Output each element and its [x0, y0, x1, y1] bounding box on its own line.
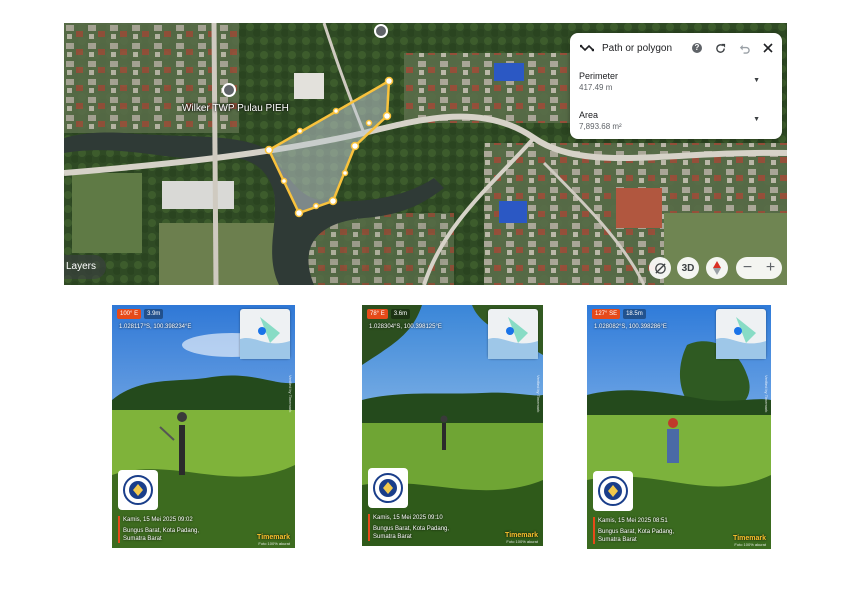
- close-icon: [763, 43, 773, 53]
- help-icon: ?: [692, 43, 702, 53]
- satellite-map[interactable]: Wilker TWP Pulau PIEH Layers 3D − + Path…: [64, 23, 787, 285]
- date-time-text: Kamis, 15 Mei 2025 09:10: [373, 515, 443, 521]
- undo-button[interactable]: [737, 41, 751, 55]
- government-logo: [368, 468, 408, 508]
- brand-subtitle: Foto 100% akurat: [258, 541, 290, 546]
- photo-header: 78° E 3.6m: [367, 309, 411, 319]
- panel-header: Path or polygon ?: [570, 33, 782, 63]
- government-logo: [118, 470, 158, 510]
- brand-subtitle: Foto 100% akurat: [506, 539, 538, 544]
- emblem-icon: [373, 473, 403, 503]
- address-line-2: Sumatra Barat: [123, 536, 162, 542]
- area-value: 7,893.68 m²: [579, 122, 622, 131]
- date-time-text: Kamis, 15 Mei 2025 08:51: [598, 518, 668, 524]
- address-line-2: Sumatra Barat: [598, 537, 637, 543]
- timemark-brand: Timemark: [733, 535, 766, 542]
- area-label: Area: [579, 110, 599, 120]
- address-line-2: Sumatra Barat: [373, 534, 412, 540]
- mini-map: [716, 309, 766, 359]
- photo-header: 127° SE 18.5m: [592, 309, 646, 319]
- refresh-icon: [715, 43, 725, 53]
- photo-header: 100° E 3.9m: [117, 309, 164, 319]
- emblem-icon: [598, 476, 628, 506]
- view-3d-button[interactable]: 3D: [677, 257, 699, 279]
- location-map-icon: [488, 317, 538, 359]
- verification-text: Verified by Timemark: [536, 375, 541, 413]
- undo-icon: [739, 44, 750, 54]
- timestamp-block: Kamis, 15 Mei 2025 09:02 Bungus Barat, K…: [118, 516, 199, 543]
- measure-panel: Path or polygon ? Perimeter 417.49 m ▼ A…: [570, 33, 782, 139]
- chevron-down-icon[interactable]: ▼: [753, 77, 760, 84]
- refresh-button[interactable]: [713, 41, 727, 55]
- help-button[interactable]: ?: [690, 41, 704, 55]
- brand-subtitle: Foto 100% akurat: [734, 542, 766, 547]
- plus-icon[interactable]: +: [766, 257, 775, 279]
- altitude-badge: 3.9m: [144, 309, 164, 319]
- timemark-brand: Timemark: [505, 532, 538, 539]
- emblem-icon: [123, 475, 153, 505]
- field-photo-3: 127° SE 18.5m 1.028082°S, 100.398286°E K…: [587, 305, 771, 549]
- satellite-toggle-button[interactable]: [649, 257, 671, 279]
- perimeter-value: 417.49 m: [579, 83, 613, 92]
- mini-map: [488, 309, 538, 359]
- mini-map: [240, 309, 290, 359]
- compass-badge: 100° E: [117, 309, 142, 319]
- verification-text: Verified by Timemark: [764, 375, 769, 413]
- altitude-badge: 18.5m: [623, 309, 646, 319]
- timemark-brand: Timemark: [257, 534, 290, 541]
- compass-button[interactable]: [706, 257, 728, 279]
- government-logo: [593, 471, 633, 511]
- perimeter-metric[interactable]: Perimeter 417.49 m: [579, 71, 618, 92]
- address-line-1: Bungus Barat, Kota Padang,: [123, 528, 200, 534]
- compass-badge: 78° E: [367, 309, 388, 319]
- panel-title: Path or polygon: [602, 43, 673, 54]
- coordinates-text: 1.028082°S, 100.398286°E: [594, 324, 667, 330]
- coordinates-text: 1.028304°S, 100.398125°E: [369, 324, 442, 330]
- compass-icon: [713, 261, 721, 275]
- path-polygon-icon: [580, 44, 594, 52]
- map-pin-icon[interactable]: [222, 83, 236, 97]
- field-photo-1: 100° E 3.9m 1.028117°S, 100.398234°E Kam…: [112, 305, 295, 548]
- coordinates-text: 1.028117°S, 100.398234°E: [119, 324, 192, 330]
- close-button[interactable]: [761, 41, 775, 55]
- poi-label[interactable]: Wilker TWP Pulau PIEH: [182, 103, 289, 114]
- date-time-text: Kamis, 15 Mei 2025 09:02: [123, 517, 193, 523]
- compass-badge: 127° SE: [592, 309, 621, 319]
- map-pin-icon[interactable]: [374, 24, 388, 38]
- address-line-1: Bungus Barat, Kota Padang,: [373, 526, 450, 532]
- zoom-controls: − +: [736, 257, 782, 279]
- verification-text: Verified by Timemark: [288, 375, 293, 413]
- chevron-down-icon[interactable]: ▼: [753, 116, 760, 123]
- perimeter-label: Perimeter: [579, 71, 619, 81]
- layers-button[interactable]: Layers: [64, 255, 107, 279]
- location-map-icon: [240, 317, 290, 359]
- altitude-badge: 3.6m: [390, 309, 411, 319]
- timestamp-block: Kamis, 15 Mei 2025 08:51 Bungus Barat, K…: [593, 517, 674, 544]
- area-metric[interactable]: Area 7,893.68 m²: [579, 110, 622, 131]
- minus-icon[interactable]: −: [743, 257, 752, 279]
- timestamp-block: Kamis, 15 Mei 2025 09:10 Bungus Barat, K…: [368, 514, 449, 541]
- field-photo-2: 78° E 3.6m 1.028304°S, 100.398125°E Kami…: [362, 305, 543, 546]
- satellite-off-icon: [654, 262, 666, 274]
- location-map-icon: [716, 317, 766, 359]
- address-line-1: Bungus Barat, Kota Padang,: [598, 529, 675, 535]
